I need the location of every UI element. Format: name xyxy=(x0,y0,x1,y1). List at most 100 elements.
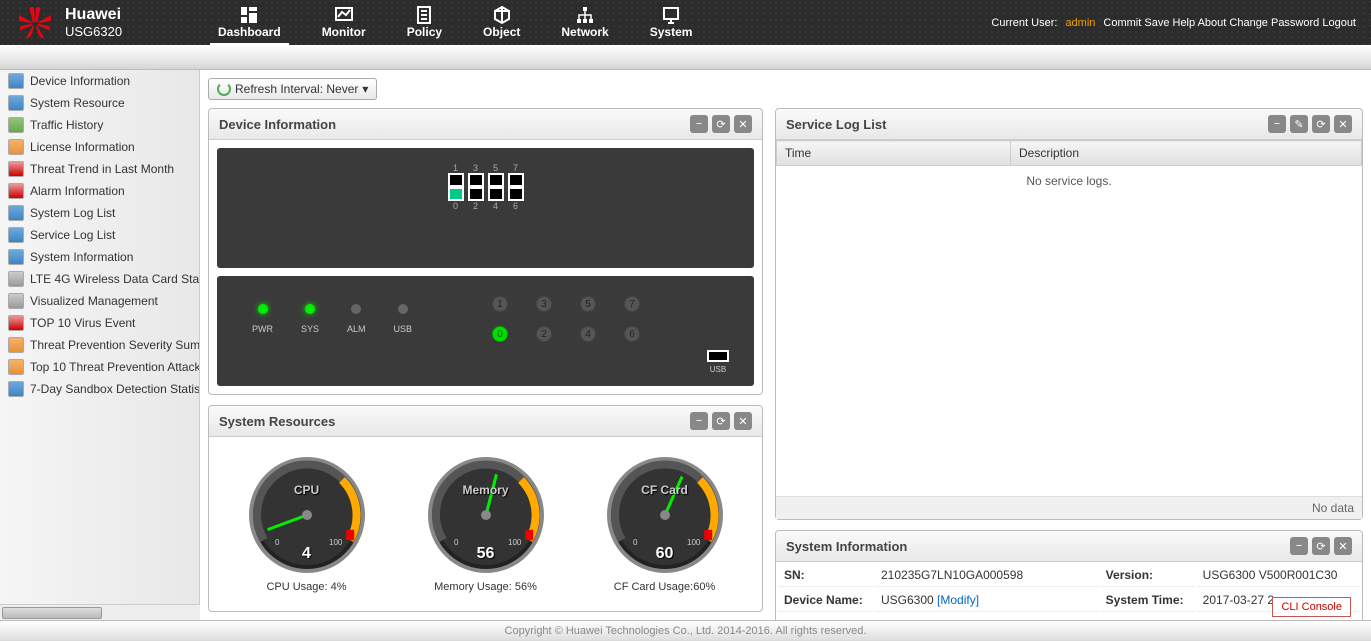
sidebar-icon xyxy=(8,359,24,375)
header-link-save[interactable]: Save xyxy=(1144,17,1169,29)
footer-copyright: Copyright © Huawei Technologies Co., Ltd… xyxy=(0,620,1371,641)
header-link-logout[interactable]: Logout xyxy=(1322,17,1356,29)
refresh-button[interactable]: ⟳ xyxy=(712,412,730,430)
sidebar-label: 7-Day Sandbox Detection Statistics xyxy=(30,382,199,396)
sidebar-item[interactable]: Alarm Information xyxy=(0,180,199,202)
port-num: 6 xyxy=(508,201,524,211)
sidebar-item[interactable]: System Log List xyxy=(0,202,199,224)
nav-network[interactable]: Network xyxy=(553,1,616,45)
minimize-button[interactable]: − xyxy=(690,412,708,430)
sidebar-item[interactable]: Device Information xyxy=(0,70,199,92)
port-status-led: 0 xyxy=(492,326,508,342)
sidebar-label: Service Log List xyxy=(30,228,115,242)
sidebar-label: Alarm Information xyxy=(30,184,125,198)
system-resources-panel: System Resources − ⟳ ✕ 0100CPU4CPU Usage… xyxy=(208,405,763,612)
port-num: 7 xyxy=(508,163,524,173)
status-led xyxy=(258,304,268,314)
sidebar-scrollbar[interactable] xyxy=(0,604,200,620)
sidebar-item[interactable]: 7-Day Sandbox Detection Statistics xyxy=(0,378,199,400)
chevron-down-icon: ▾ xyxy=(362,82,368,96)
nav-system[interactable]: System xyxy=(642,1,701,45)
log-col-desc[interactable]: Description xyxy=(1011,141,1362,166)
header-link-help[interactable]: Help xyxy=(1173,17,1196,29)
port-num: 4 xyxy=(488,201,504,211)
header-link-change-password[interactable]: Change Password xyxy=(1229,17,1319,29)
devicename-label: Device Name: xyxy=(778,589,873,612)
port-num: 5 xyxy=(488,163,504,173)
nav-monitor[interactable]: Monitor xyxy=(314,1,374,45)
header-link-commit[interactable]: Commit xyxy=(1103,17,1141,29)
close-button[interactable]: ✕ xyxy=(734,115,752,133)
sidebar-item[interactable]: Top 10 Threat Prevention Attacks xyxy=(0,356,199,378)
refresh-button[interactable]: ⟳ xyxy=(1312,115,1330,133)
ethernet-port xyxy=(468,187,484,201)
minimize-button[interactable]: − xyxy=(690,115,708,133)
sidebar-icon xyxy=(8,183,24,199)
close-button[interactable]: ✕ xyxy=(734,412,752,430)
minimize-button[interactable]: − xyxy=(1290,537,1308,555)
port-num: 0 xyxy=(448,201,464,211)
sidebar-item[interactable]: Traffic History xyxy=(0,114,199,136)
cli-console-button[interactable]: CLI Console xyxy=(1272,597,1351,617)
sidebar-item[interactable]: System Resource xyxy=(0,92,199,114)
sidebar-icon xyxy=(8,117,24,133)
nav-policy[interactable]: Policy xyxy=(399,1,450,45)
sidebar-item[interactable]: TOP 10 Virus Event xyxy=(0,312,199,334)
sidebar-icon xyxy=(8,293,24,309)
brand-model: USG6320 xyxy=(65,24,122,39)
status-led xyxy=(305,304,315,314)
current-user-label: Current User: xyxy=(991,17,1057,29)
sidebar-item[interactable]: LTE 4G Wireless Data Card Status xyxy=(0,268,199,290)
log-empty-message: No service logs. xyxy=(776,166,1362,196)
panel-title: System Information xyxy=(786,539,907,554)
modify-link[interactable]: [Modify] xyxy=(937,593,979,607)
led-label: SYS xyxy=(301,324,319,334)
led-label: USB xyxy=(394,324,413,334)
current-user-name: admin xyxy=(1065,17,1095,29)
header-link-about[interactable]: About xyxy=(1198,17,1227,29)
content-area: Refresh Interval: Never ▾ Device Informa… xyxy=(200,70,1371,620)
main-nav: Dashboard Monitor Policy Object Network Syste… xyxy=(210,1,700,45)
port-num: 2 xyxy=(468,201,484,211)
refresh-icon xyxy=(217,82,231,96)
refresh-button[interactable]: ⟳ xyxy=(712,115,730,133)
version-value: USG6300 V500R001C30 xyxy=(1197,564,1360,587)
port-num: 3 xyxy=(468,163,484,173)
ethernet-port xyxy=(448,187,464,201)
brand-name: Huawei xyxy=(65,6,122,24)
ethernet-port xyxy=(488,173,504,187)
huawei-logo-icon xyxy=(15,3,55,43)
minimize-button[interactable]: − xyxy=(1268,115,1286,133)
gauge-caption: CF Card Usage:60% xyxy=(614,581,716,593)
logo-section: Huawei USG6320 xyxy=(0,3,210,43)
close-button[interactable]: ✕ xyxy=(1334,537,1352,555)
status-led xyxy=(398,304,408,314)
led-label: PWR xyxy=(252,324,273,334)
sidebar-label: System Information xyxy=(30,250,133,264)
gradient-bar xyxy=(0,45,1371,70)
sidebar-item[interactable]: System Information xyxy=(0,246,199,268)
led-label: ALM xyxy=(347,324,366,334)
refresh-interval-button[interactable]: Refresh Interval: Never ▾ xyxy=(208,78,377,100)
nav-object[interactable]: Object xyxy=(475,1,528,45)
sidebar-label: Top 10 Threat Prevention Attacks xyxy=(30,360,199,374)
sidebar-icon xyxy=(8,227,24,243)
sidebar-item[interactable]: Visualized Management xyxy=(0,290,199,312)
log-footer: No data xyxy=(776,496,1362,519)
sidebar-label: License Information xyxy=(30,140,135,154)
edit-button[interactable]: ✎ xyxy=(1290,115,1308,133)
refresh-button[interactable]: ⟳ xyxy=(1312,537,1330,555)
devicename-value: USG6300 xyxy=(881,593,934,607)
sidebar-item[interactable]: License Information xyxy=(0,136,199,158)
ethernet-port xyxy=(488,187,504,201)
sidebar-icon xyxy=(8,161,24,177)
sidebar-icon xyxy=(8,337,24,353)
log-col-time[interactable]: Time xyxy=(777,141,1011,166)
close-button[interactable]: ✕ xyxy=(1334,115,1352,133)
sidebar-item[interactable]: Service Log List xyxy=(0,224,199,246)
nav-dashboard[interactable]: Dashboard xyxy=(210,1,289,45)
sidebar-item[interactable]: Threat Trend in Last Month xyxy=(0,158,199,180)
refresh-label: Refresh Interval: Never xyxy=(235,82,358,96)
sidebar-item[interactable]: Threat Prevention Severity Summary xyxy=(0,334,199,356)
port-status-led: 7 xyxy=(624,296,640,312)
